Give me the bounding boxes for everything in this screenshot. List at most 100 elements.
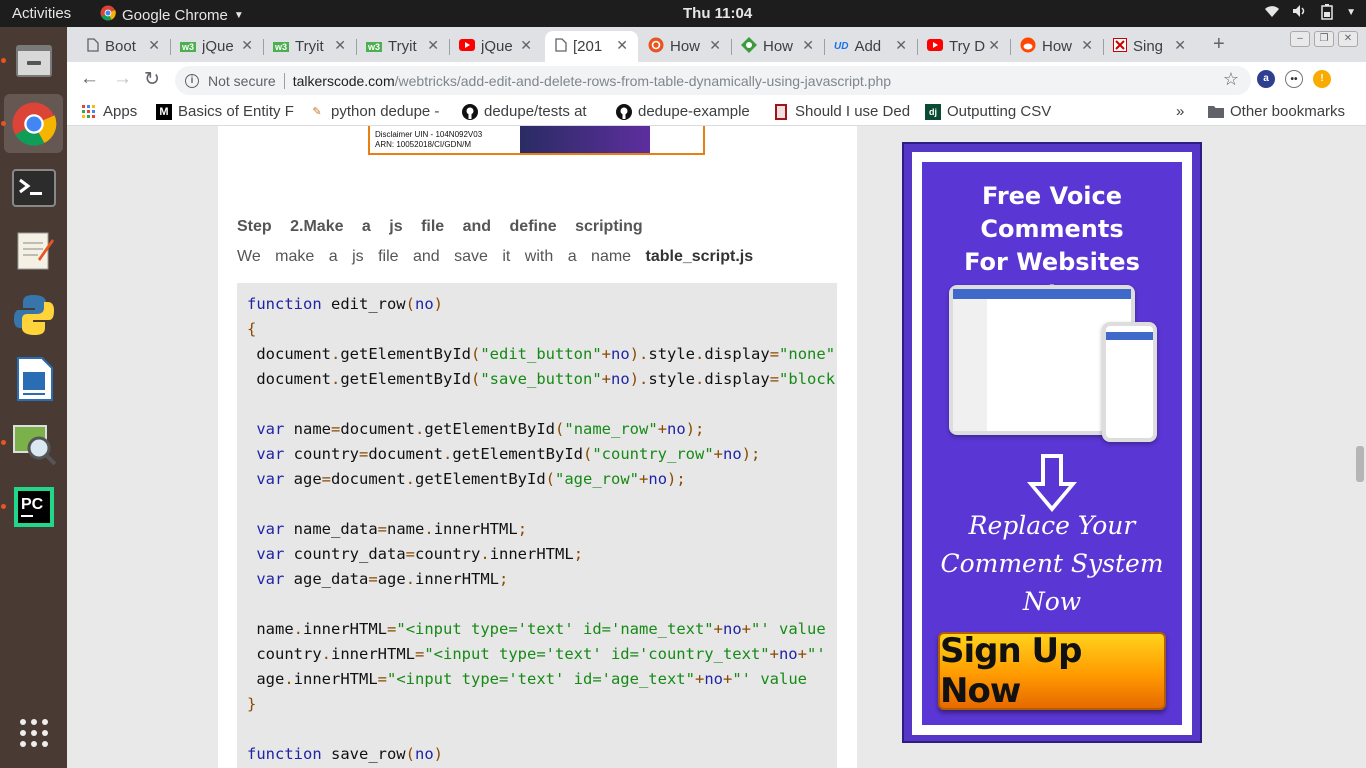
- tab-title: Boot: [105, 38, 136, 55]
- w3-icon: w3: [273, 41, 290, 52]
- close-icon[interactable]: ✕: [241, 37, 253, 54]
- tab[interactable]: UD Add ✕: [824, 31, 917, 62]
- other-bookmarks[interactable]: Other bookmarks: [1208, 103, 1345, 120]
- ad-replace-line: Comment System: [940, 549, 1164, 578]
- tab[interactable]: jQue ✕: [449, 31, 542, 62]
- chrome-icon[interactable]: [4, 94, 63, 153]
- update-icon[interactable]: !: [1313, 70, 1331, 88]
- code-line: function save_row(no): [247, 745, 444, 763]
- code-line: var name=document.getElementById("name_r…: [256, 420, 705, 438]
- system-tray[interactable]: ▼: [1264, 4, 1356, 23]
- bookmark-label: dedupe/tests at: [484, 103, 587, 120]
- running-indicator: [1, 58, 6, 63]
- bookmark-item[interactable]: M Basics of Entity F: [156, 103, 294, 120]
- close-icon[interactable]: ✕: [148, 37, 160, 54]
- phone-mockup: [1102, 322, 1157, 442]
- close-icon[interactable]: ✕: [1081, 37, 1093, 54]
- apps-grid-icon: [81, 104, 97, 120]
- tab[interactable]: How ✕: [731, 31, 824, 62]
- bookmark-star-icon[interactable]: ☆: [1223, 69, 1239, 90]
- ad-image: [520, 126, 650, 153]
- not-secure-label: Not secure: [208, 72, 276, 89]
- bookmark-item[interactable]: ✎ python dedupe -: [309, 103, 447, 120]
- bookmarks-overflow-button[interactable]: »: [1176, 103, 1184, 120]
- show-applications-icon[interactable]: [4, 703, 63, 762]
- tab[interactable]: How ✕: [1010, 31, 1103, 62]
- terminal-icon[interactable]: [4, 158, 63, 217]
- tab[interactable]: w3 Tryit ✕: [263, 31, 356, 62]
- bookmark-item[interactable]: dj Outputting CSV: [925, 103, 1063, 120]
- libreoffice-writer-icon[interactable]: [4, 349, 63, 408]
- ad-frame: Free Voice Comments For Websites & Blogs…: [912, 152, 1192, 735]
- code-line: name.innerHTML="<input type='text' id='n…: [247, 620, 826, 638]
- ad-disclaimer: Disclaimer UIN - 104N092V03 ARN: 1005201…: [375, 130, 482, 150]
- bookmark-item[interactable]: dedupe-example: [616, 103, 754, 120]
- bookmark-apps[interactable]: Apps: [81, 103, 137, 120]
- pycharm-icon[interactable]: PC: [4, 477, 63, 536]
- running-indicator: [1, 440, 6, 445]
- close-icon[interactable]: ✕: [709, 37, 721, 54]
- extension-icon[interactable]: a: [1257, 70, 1275, 88]
- tab-active[interactable]: [201 ✕: [545, 31, 638, 62]
- python-icon[interactable]: [4, 285, 63, 344]
- github-icon: [616, 103, 632, 120]
- code-line: var age=document.getElementById("age_row…: [256, 470, 686, 488]
- extensions: a •• !: [1257, 70, 1331, 88]
- close-window-button[interactable]: ✕: [1338, 31, 1358, 47]
- files-icon[interactable]: [4, 31, 63, 90]
- bookmark-item[interactable]: Should I use Ded: [773, 103, 911, 120]
- insurance-ad-banner[interactable]: Disclaimer UIN - 104N092V03 ARN: 1005201…: [368, 126, 705, 155]
- page-icon: [87, 37, 99, 56]
- running-indicator: [1, 121, 6, 126]
- page-scrollbar[interactable]: [1356, 446, 1364, 482]
- tab[interactable]: w3 jQue ✕: [170, 31, 263, 62]
- voice-comments-ad[interactable]: Free Voice Comments For Websites & Blogs…: [902, 142, 1202, 743]
- tab[interactable]: w3 Tryit ✕: [356, 31, 449, 62]
- close-icon[interactable]: ✕: [1174, 37, 1186, 54]
- maximize-button[interactable]: ❐: [1314, 31, 1334, 47]
- bookmark-label: Outputting CSV: [947, 103, 1052, 120]
- code-line: age.innerHTML="<input type='text' id='ag…: [247, 670, 807, 688]
- minimize-button[interactable]: –: [1290, 31, 1310, 47]
- close-icon[interactable]: ✕: [802, 37, 814, 54]
- ad-devices-image: [949, 285, 1161, 445]
- close-icon[interactable]: ✕: [520, 37, 532, 54]
- github-icon: [462, 103, 478, 120]
- step-heading: Step 2.Make a js file and define scripti…: [237, 218, 643, 235]
- close-icon[interactable]: ✕: [616, 37, 628, 54]
- code-line: var age_data=age.innerHTML;: [256, 570, 509, 588]
- close-icon[interactable]: ✕: [895, 37, 907, 54]
- forward-button[interactable]: →: [113, 68, 132, 90]
- tab-title: [201: [573, 38, 603, 55]
- back-button[interactable]: ←: [80, 68, 99, 90]
- tab[interactable]: Sing ✕: [1103, 31, 1196, 62]
- page-icon: [555, 37, 567, 56]
- activities-button[interactable]: Activities: [12, 5, 71, 22]
- url-path: /webtricks/add-edit-and-delete-rows-from…: [394, 72, 892, 89]
- close-icon[interactable]: ✕: [427, 37, 439, 54]
- tab[interactable]: Try D ✕: [917, 31, 1010, 62]
- w3-icon: w3: [366, 41, 383, 52]
- tab-title: How: [670, 38, 701, 55]
- tab-title: How: [1042, 38, 1073, 55]
- address-bar[interactable]: i Not secure talkerscode.com/webtricks/a…: [175, 66, 1251, 95]
- code-line: {: [247, 320, 257, 338]
- code-line: var name_data=name.innerHTML;: [256, 520, 528, 538]
- close-icon[interactable]: ✕: [334, 37, 346, 54]
- image-viewer-icon[interactable]: [4, 413, 63, 472]
- bookmark-item[interactable]: dedupe/tests at: [462, 103, 600, 120]
- incognito-icon[interactable]: ••: [1285, 70, 1303, 88]
- app-menu[interactable]: Google Chrome ▼: [100, 5, 244, 25]
- sign-up-now-button[interactable]: Sign Up Now: [938, 631, 1166, 711]
- tab[interactable]: How ✕: [638, 31, 731, 62]
- pencil-icon: ✎: [312, 106, 322, 118]
- info-icon[interactable]: i: [185, 73, 199, 88]
- ad-headline-line: For Websites: [964, 248, 1140, 276]
- text-editor-icon[interactable]: [4, 221, 63, 280]
- url-host: talkerscode.com: [292, 72, 395, 89]
- reload-button[interactable]: ↻: [144, 68, 160, 91]
- clock[interactable]: Thu 11:04: [683, 5, 752, 22]
- new-tab-button[interactable]: +: [1213, 33, 1225, 56]
- tab[interactable]: Boot ✕: [77, 31, 170, 62]
- close-icon[interactable]: ✕: [988, 37, 1000, 54]
